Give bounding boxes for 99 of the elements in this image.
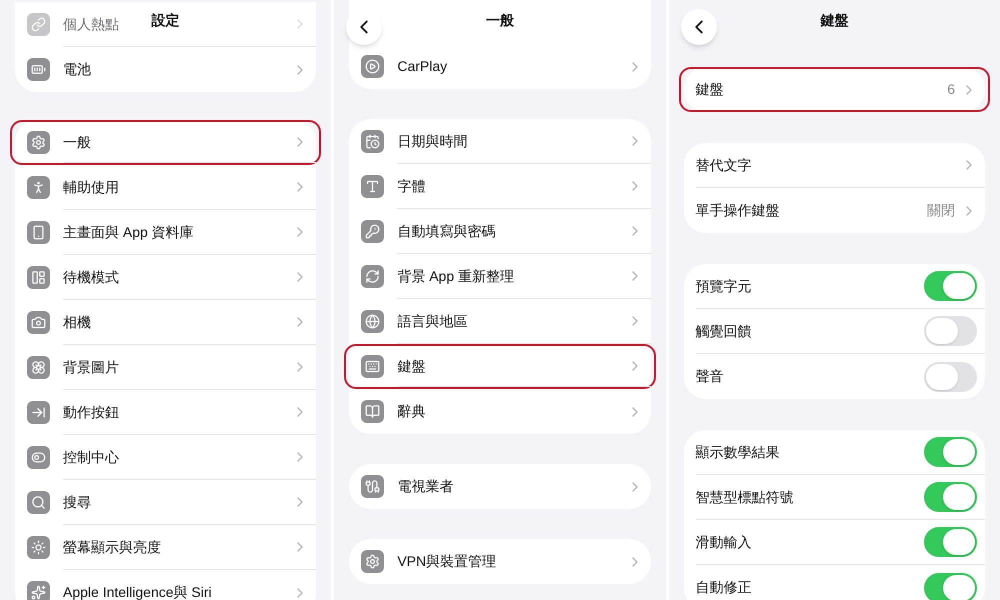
settings-row[interactable]: 搜尋 [15,480,316,525]
toggles-icon [27,446,50,469]
setting-label: 自動填寫與密碼 [397,222,496,240]
font-icon [361,175,384,198]
gear-icon [27,131,50,154]
toggle-switch[interactable] [924,572,977,600]
setting-label: 顯示數學結果 [696,442,780,462]
settings-row[interactable]: 辭典 [349,389,651,434]
settings-row[interactable]: 螢幕顯示與亮度 [15,525,316,570]
setting-label: 替代文字 [696,156,752,174]
settings-row[interactable]: 背景圖片 [15,345,316,390]
settings-row[interactable]: 日期與時間 [349,119,651,164]
setting-label: 搜尋 [63,492,91,512]
person-icon [27,176,50,199]
setting-label: 鍵盤 [397,356,426,376]
settings-row[interactable]: 背景 App 重新整理 [349,254,651,299]
settings-row[interactable]: 電視業者 [349,464,651,509]
key-icon [361,220,384,243]
settings-row[interactable]: 待機模式 [15,255,316,300]
setting-label: 辭典 [397,402,426,421]
settings-row[interactable]: 替代文字 [684,143,985,188]
setting-label: 滑動輸入 [696,532,752,552]
settings-row[interactable]: 輔助使用 [15,165,316,210]
setting-label: 螢幕顯示與亮度 [63,538,161,556]
settings-row[interactable]: 觸覺回饋 [684,309,985,354]
setting-label: 預覽字元 [696,276,752,296]
cable-icon [361,475,384,498]
setting-label: 個人熱點 [63,14,119,34]
toggle-switch[interactable] [924,362,977,392]
setting-label: 聲音 [696,367,724,386]
setting-label: 控制中心 [63,448,119,466]
setting-label: VPN與裝置管理 [397,552,496,571]
settings-row[interactable]: 自動填寫與密碼 [349,209,651,254]
setting-label: 自動修正 [696,578,752,597]
settings-row[interactable]: 鍵盤 [344,344,656,389]
back-button[interactable] [680,9,717,45]
setting-label: 鍵盤 [696,80,724,99]
setting-label: 背景圖片 [63,358,119,376]
book-icon [361,400,384,423]
setting-label: 電池 [63,60,91,79]
page-title: 鍵盤 [820,11,848,30]
settings-row[interactable]: CarPlay [349,44,651,89]
settings-row[interactable]: 預覽字元 [684,264,985,309]
link-icon [27,13,50,36]
settings-row[interactable]: Apple Intelligence與 Siri [15,570,316,600]
camera-icon [27,311,50,334]
settings-row[interactable]: 自動修正 [684,565,985,600]
setting-value: 關閉 [926,201,955,220]
settings-row[interactable]: 主畫面與 App 資料庫 [15,210,316,255]
arrow-icon [27,401,50,424]
settings-row[interactable]: 控制中心 [15,435,316,480]
settings-row[interactable]: 語言與地區 [349,299,651,344]
settings-row[interactable]: 滑動輸入 [684,520,985,565]
phone-icon [27,221,50,244]
settings-row[interactable]: 字體 [349,164,651,209]
widget-icon [27,266,50,289]
refresh-icon [361,265,384,288]
settings-row[interactable]: 動作按鈕 [15,390,316,435]
settings-row[interactable]: VPN與裝置管理 [349,539,651,584]
page-title: 設定 [152,11,180,30]
setting-label: 單手操作鍵盤 [696,201,780,220]
settings-row[interactable]: 鍵盤 6 [678,67,990,112]
setting-label: Apple Intelligence與 Siri [63,583,212,600]
toggle-switch[interactable] [924,316,977,346]
calendar-icon [361,130,384,153]
settings-row[interactable]: 單手操作鍵盤 關閉 [684,188,985,233]
setting-label: CarPlay [397,57,448,76]
keyboard-icon [361,355,384,378]
setting-label: 輔助使用 [63,178,119,196]
settings-row[interactable]: 顯示數學結果 [684,430,985,475]
setting-value: 6 [947,80,955,99]
toggle-switch[interactable] [924,437,977,467]
setting-label: 日期與時間 [397,132,468,150]
flower-icon [27,356,50,379]
setting-label: 語言與地區 [397,312,468,330]
setting-label: 電視業者 [397,477,454,496]
setting-label: 主畫面與 App 資料庫 [63,222,194,242]
settings-row[interactable]: 聲音 [684,354,985,399]
setting-label: 待機模式 [63,268,119,286]
gear-icon [361,550,384,573]
setting-label: 一般 [63,132,91,152]
toggle-switch[interactable] [924,527,977,557]
setting-label: 智慧型標點符號 [696,488,794,506]
toggle-switch[interactable] [924,271,977,301]
setting-label: 觸覺回饋 [696,322,752,340]
setting-label: 背景 App 重新整理 [397,266,514,286]
setting-label: 字體 [397,176,426,196]
globe-icon [361,310,384,333]
settings-row[interactable]: 相機 [15,300,316,345]
settings-row[interactable]: 智慧型標點符號 [684,475,985,520]
battery-icon [27,58,50,81]
setting-label: 相機 [63,312,91,332]
search-icon [27,491,50,514]
page-title: 一般 [486,11,514,30]
sun-icon [27,536,50,559]
setting-label: 動作按鈕 [63,402,119,422]
settings-row[interactable]: 電池 [15,47,316,92]
settings-row[interactable]: 一般 [10,120,322,165]
toggle-switch[interactable] [924,482,977,512]
